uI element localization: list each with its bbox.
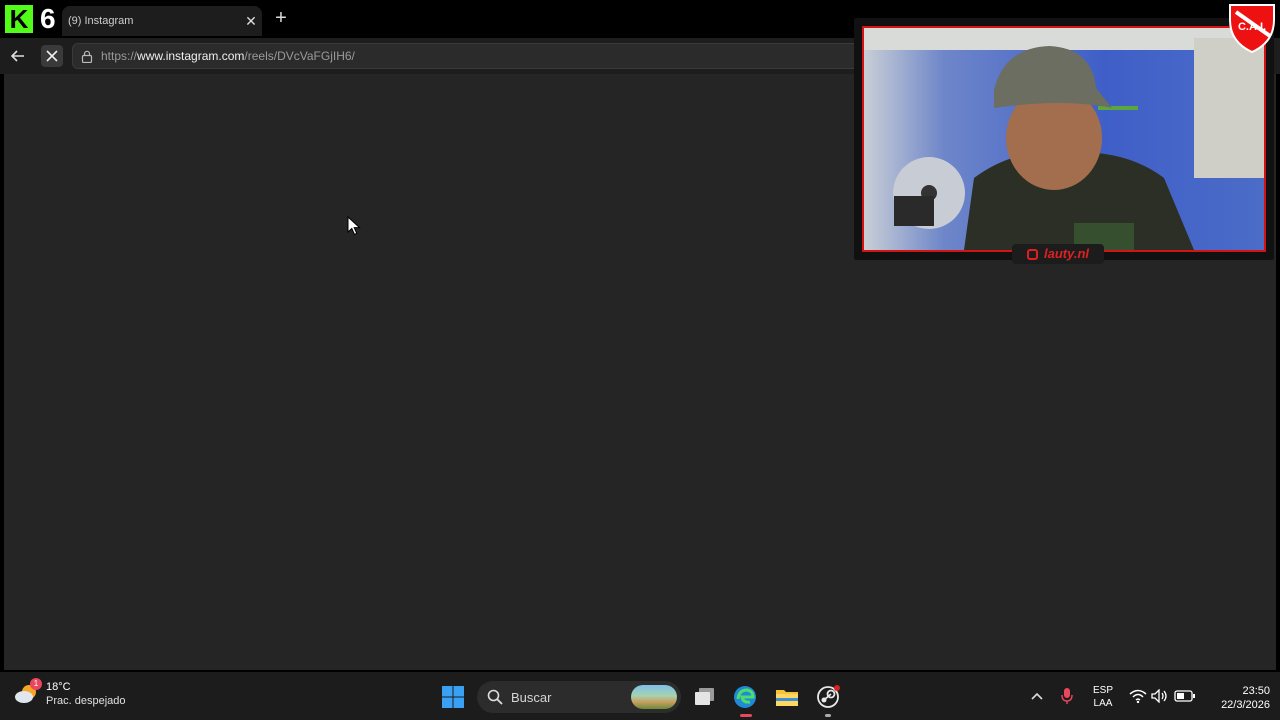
microphone-icon xyxy=(1061,688,1073,704)
club-badge-icon: C.A.I. xyxy=(1229,4,1275,54)
notification-badge: 1 xyxy=(30,678,42,690)
taskbar: 1 18°C Prac. despejado Buscar ESP LAA 23… xyxy=(0,672,1280,720)
kick-logo: K xyxy=(5,5,33,33)
volume-button[interactable] xyxy=(1150,684,1170,708)
task-view-icon xyxy=(695,688,714,705)
input-language[interactable]: ESP LAA xyxy=(1090,684,1116,710)
battery-icon xyxy=(1174,690,1195,702)
edge-icon xyxy=(734,686,756,708)
handle-text: lauty.nl xyxy=(1043,246,1090,261)
keyboard-layout: LAA xyxy=(1093,698,1113,709)
taskbar-edge[interactable] xyxy=(732,684,758,710)
search-icon xyxy=(487,689,503,705)
active-app-indicator xyxy=(740,714,752,717)
webcam-handle: lauty.nl xyxy=(1012,244,1104,264)
battery-button[interactable] xyxy=(1174,684,1196,708)
steam-icon xyxy=(817,685,840,708)
tab-title: (9) Instagram xyxy=(68,15,134,27)
chevron-up-icon xyxy=(1031,692,1043,700)
search-box[interactable]: Buscar xyxy=(477,681,681,713)
start-button[interactable] xyxy=(440,684,466,710)
stream-number: 6 xyxy=(40,3,56,34)
new-tab-button[interactable]: + xyxy=(270,7,292,29)
clock-time: 23:50 xyxy=(1242,685,1270,697)
close-icon xyxy=(46,50,58,62)
weather-description: Prac. despejado xyxy=(46,695,126,707)
wifi-icon xyxy=(1129,689,1147,703)
speaker-icon xyxy=(1151,689,1167,703)
taskbar-steam[interactable] xyxy=(815,684,841,710)
tab-instagram[interactable]: (9) Instagram ✕ xyxy=(62,6,262,36)
lock-icon xyxy=(81,50,93,63)
club-badge-text: C.A.I. xyxy=(1238,21,1266,33)
show-hidden-icons-button[interactable] xyxy=(1028,684,1046,708)
arrow-left-icon xyxy=(10,50,24,62)
mouse-cursor-icon xyxy=(347,216,361,236)
microphone-button[interactable] xyxy=(1058,684,1076,708)
search-placeholder: Buscar xyxy=(511,689,552,705)
webcam-image xyxy=(864,28,1264,250)
address-bar[interactable]: https://www.instagram.com/reels/DVcVaFGj… xyxy=(72,43,872,69)
windows-icon xyxy=(442,686,464,708)
taskbar-file-explorer[interactable] xyxy=(774,684,800,710)
close-icon[interactable]: ✕ xyxy=(240,13,262,30)
folder-icon xyxy=(776,690,798,706)
running-app-indicator xyxy=(825,714,831,717)
back-button[interactable] xyxy=(7,45,29,67)
url-text: https://www.instagram.com/reels/DVcVaFGj… xyxy=(101,49,355,63)
wifi-button[interactable] xyxy=(1128,684,1148,708)
clock-date: 22/3/2026 xyxy=(1221,699,1270,711)
language-code: ESP xyxy=(1092,685,1113,696)
stop-loading-button[interactable] xyxy=(41,45,63,67)
weather-widget[interactable]: 1 18°C Prac. despejado xyxy=(14,678,126,708)
instagram-icon xyxy=(1026,248,1038,260)
webcam-video xyxy=(862,26,1266,252)
search-highlight-image xyxy=(631,685,677,709)
task-view-button[interactable] xyxy=(692,684,718,710)
weather-temperature: 18°C xyxy=(46,681,71,693)
system-clock[interactable]: 23:50 22/3/2026 xyxy=(1204,684,1270,712)
